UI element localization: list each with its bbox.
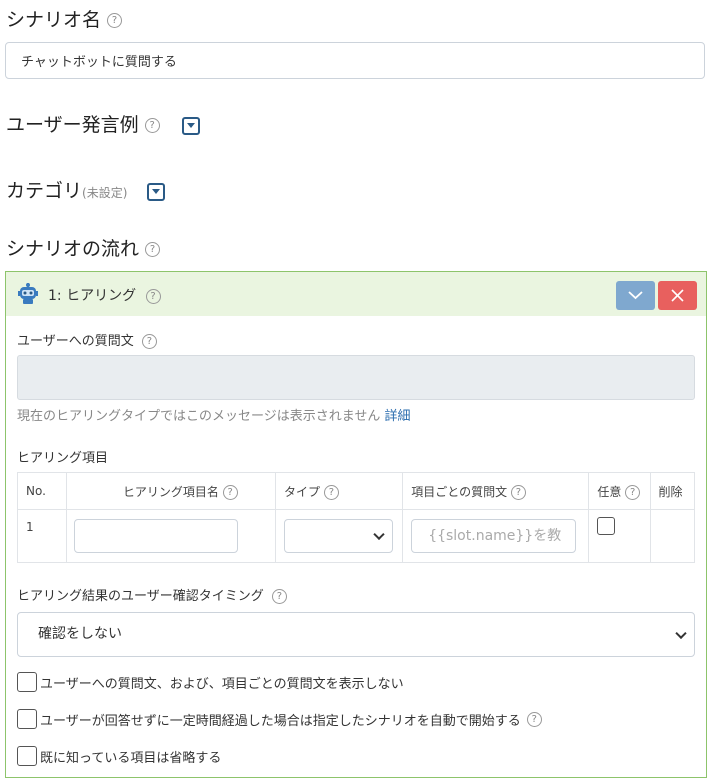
help-icon[interactable]: ? [510,484,526,500]
question-label-wrap: ユーザーへの質問文 ? [17,330,157,349]
optional-checkbox[interactable] [597,517,616,535]
item-question-input[interactable]: {{slot.name}}を教 [411,519,577,553]
expand-toggle-icon[interactable] [147,182,166,201]
hearing-items-table: No. ヒアリング項目名 ? タイプ ? 項目ごとの質問文 ? 任意 ? 削除 … [17,472,695,563]
option-checkbox[interactable] [17,672,37,692]
table-row: 1 {{slot.name}}を教 [17,509,695,563]
help-icon[interactable]: ? [107,13,123,28]
chevron-down-icon [628,291,643,300]
confirm-label-wrap: ヒアリング結果のユーザー確認タイミング ? [17,585,287,604]
delete-step-button[interactable] [658,281,697,310]
help-icon[interactable]: ? [141,334,157,349]
col-no: No. [17,472,67,510]
option-auto-start-scenario[interactable]: ユーザーが回答せずに一定時間経過した場合は指定したシナリオを自動で開始する ? [17,709,542,729]
user-examples-label: ユーザー発言例 ? [6,110,200,137]
help-icon[interactable]: ? [526,711,542,727]
help-icon[interactable]: ? [144,118,160,133]
step-header: 1: ヒアリング ? [6,272,706,316]
col-item-name: ヒアリング項目名 ? [65,472,277,510]
question-textarea-disabled [17,355,695,400]
hearing-step-panel: 1: ヒアリング ? ユーザーへの質問文 ? 現在のヒアリングタイプではこのメッ… [5,271,707,778]
confirm-label: ヒアリング結果のユーザー確認タイミング [17,589,264,604]
help-icon[interactable]: ? [625,484,641,500]
row-question-cell: {{slot.name}}を教 [402,509,590,563]
item-name-input[interactable] [73,519,238,553]
help-icon[interactable]: ? [323,484,339,500]
question-notice: 現在のヒアリングタイプではこのメッセージは表示されません 詳細 [17,409,411,424]
help-icon[interactable]: ? [271,589,287,604]
chevron-down-icon [373,528,385,541]
help-icon[interactable]: ? [145,242,161,257]
help-icon[interactable]: ? [222,484,238,500]
scenario-name-input[interactable] [5,42,705,79]
hearing-items-label: ヒアリング項目 [17,451,109,466]
help-icon[interactable]: ? [145,288,161,304]
question-label: ユーザーへの質問文 [17,334,134,349]
col-item-question: 項目ごとの質問文 ? [402,472,590,510]
option-checkbox[interactable] [17,746,37,766]
category-unset-note: (未設定) [82,186,128,200]
option-skip-known-items[interactable]: 既に知っている項目は省略する [17,746,221,766]
robot-icon [18,283,38,304]
row-delete-cell [649,509,695,563]
col-optional: 任意 ? [588,472,651,510]
scenario-flow-label: シナリオの流れ ? [6,234,161,261]
collapse-button[interactable] [616,281,655,310]
col-type: タイプ ? [274,472,404,510]
expand-toggle-icon[interactable] [181,116,200,135]
category-label: カテゴリ(未設定) [6,176,166,203]
table-header-row: No. ヒアリング項目名 ? タイプ ? 項目ごとの質問文 ? 任意 ? 削除 [17,472,695,510]
option-hide-questions[interactable]: ユーザーへの質問文、および、項目ごとの質問文を表示しない [17,672,404,692]
row-optional-cell [588,509,651,563]
close-icon [671,289,684,302]
details-link[interactable]: 詳細 [385,409,411,424]
row-type-cell [274,509,404,563]
step-title-wrap: 1: ヒアリング ? [48,285,161,305]
row-item-name-cell [65,509,277,563]
col-delete: 削除 [649,472,695,510]
type-select[interactable] [284,519,393,553]
scenario-name-label: シナリオ名 ? [6,5,123,32]
step-title: 1: ヒアリング [48,288,137,304]
option-checkbox[interactable] [17,709,37,729]
chevron-down-icon [675,627,687,639]
confirm-timing-select[interactable]: 確認をしない [17,612,695,657]
row-no: 1 [17,509,67,563]
